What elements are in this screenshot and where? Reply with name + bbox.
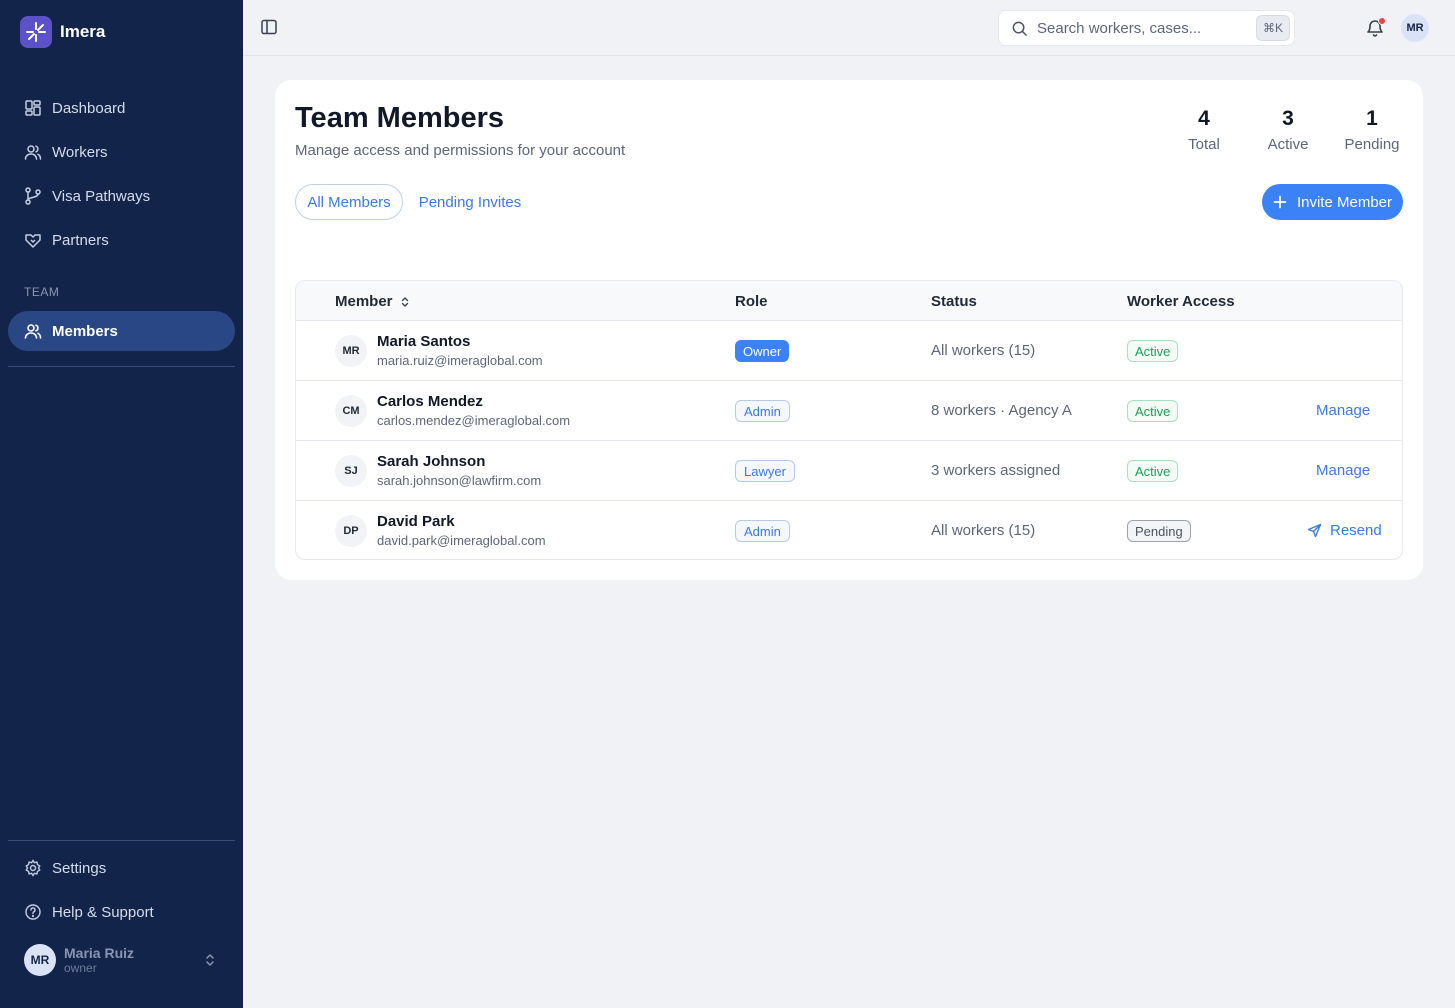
access-badge: Pending xyxy=(1127,520,1191,542)
sidebar-item-label: Settings xyxy=(52,859,107,877)
send-icon xyxy=(1307,523,1322,538)
table-row: SJ Sarah Johnson sarah.johnson@lawfirm.c… xyxy=(296,441,1402,501)
access-badge: Active xyxy=(1127,460,1179,482)
member-email: david.park@imeraglobal.com xyxy=(377,533,546,548)
search-bar[interactable]: ⌘K xyxy=(998,10,1295,46)
team-members-card: Team Members Manage access and permissio… xyxy=(275,80,1423,580)
stat-pending: 1 Pending xyxy=(1337,107,1407,153)
sidebar-item-label: Members xyxy=(52,322,118,340)
stat-value: 1 xyxy=(1366,107,1378,130)
stat-active: 3 Active xyxy=(1253,107,1323,153)
avatar: DP xyxy=(335,515,367,547)
plus-icon xyxy=(1273,195,1287,209)
column-header-status: Status xyxy=(931,293,977,310)
avatar[interactable]: MR xyxy=(1401,14,1429,42)
invite-member-label: Invite Member xyxy=(1296,193,1393,211)
brand-name: Imera xyxy=(60,22,106,41)
sidebar: Imera Dashboard Workers Visa Pathways Pa… xyxy=(0,0,243,1008)
sidebar-item-label: Partners xyxy=(52,231,109,249)
git-branch-icon xyxy=(25,187,41,205)
avatar: MR xyxy=(335,335,367,367)
sidebar-item-label: Workers xyxy=(52,143,108,161)
section-label-team: TEAM xyxy=(24,285,60,299)
sidebar-item-label: Visa Pathways xyxy=(52,187,151,205)
page-subtitle: Manage access and permissions for your a… xyxy=(295,142,626,159)
member-email: carlos.mendez@imeraglobal.com xyxy=(377,413,571,428)
role-badge: Owner xyxy=(735,340,790,362)
dashboard-icon xyxy=(25,100,41,116)
user-menu[interactable]: MR Maria Ruiz owner xyxy=(24,944,219,976)
sidebar-divider xyxy=(8,840,235,841)
member-name: Sarah Johnson xyxy=(377,453,486,470)
tab-all-members[interactable]: All Members xyxy=(295,184,403,220)
imera-logo-icon xyxy=(20,16,52,48)
stat-total: 4 Total xyxy=(1169,107,1239,153)
manage-button[interactable]: Manage xyxy=(1316,462,1370,479)
member-status: All workers (15) xyxy=(931,342,1036,359)
resend-button[interactable]: Resend xyxy=(1307,522,1382,539)
role-badge: Admin xyxy=(735,520,790,542)
role-badge: Lawyer xyxy=(735,460,795,482)
member-status: All workers (15) xyxy=(931,522,1036,539)
sidebar-item-partners[interactable]: Partners xyxy=(8,220,235,260)
access-badge: Active xyxy=(1127,400,1179,422)
member-status: 3 workers assigned xyxy=(931,462,1061,479)
members-table: Member Role Status Worker Access MR Mari… xyxy=(295,280,1403,560)
member-name: Maria Santos xyxy=(377,333,471,350)
member-status: 8 workers · Agency A xyxy=(931,402,1072,419)
table-row: CM Carlos Mendez carlos.mendez@imeraglob… xyxy=(296,381,1402,441)
tab-pending-invites[interactable]: Pending Invites xyxy=(411,184,529,220)
avatar: SJ xyxy=(335,455,367,487)
resend-label: Resend xyxy=(1330,522,1382,539)
table-row: MR Maria Santos maria.ruiz@imeraglobal.c… xyxy=(296,321,1402,381)
top-bar: ⌘K MR xyxy=(243,0,1455,56)
search-input[interactable] xyxy=(1037,17,1247,39)
table-row: DP David Park david.park@imeraglobal.com… xyxy=(296,501,1402,559)
sidebar-divider xyxy=(8,366,235,367)
gear-icon xyxy=(25,859,41,877)
column-header-worker-access: Worker Access xyxy=(1127,293,1235,310)
sort-icon xyxy=(401,296,408,307)
stat-label: Total xyxy=(1188,136,1220,153)
column-header-role: Role xyxy=(735,293,768,310)
sidebar-item-visa-pathways[interactable]: Visa Pathways xyxy=(8,176,235,216)
member-email: sarah.johnson@lawfirm.com xyxy=(377,473,542,488)
sidebar-toggle-icon[interactable] xyxy=(260,18,278,36)
role-badge: Admin xyxy=(735,400,790,422)
handshake-icon xyxy=(25,234,41,248)
stat-value: 4 xyxy=(1198,107,1210,130)
page-title: Team Members xyxy=(295,102,504,134)
column-header-label: Member xyxy=(335,293,393,310)
stat-value: 3 xyxy=(1282,107,1294,130)
help-circle-icon xyxy=(25,904,41,920)
sidebar-item-workers[interactable]: Workers xyxy=(8,132,235,172)
invite-member-button[interactable]: Invite Member xyxy=(1262,184,1403,220)
users-icon xyxy=(24,324,42,339)
sidebar-item-label: Help & Support xyxy=(52,903,154,921)
brand[interactable]: Imera xyxy=(20,16,105,48)
keyboard-shortcut-badge: ⌘K xyxy=(1256,15,1290,41)
column-header-member[interactable]: Member xyxy=(335,293,411,310)
sidebar-item-help-support[interactable]: Help & Support xyxy=(8,892,235,932)
user-name: Maria Ruiz xyxy=(64,945,135,961)
sidebar-item-members[interactable]: Members xyxy=(8,311,235,351)
access-badge: Active xyxy=(1127,340,1179,362)
member-email: maria.ruiz@imeraglobal.com xyxy=(377,353,543,368)
chevron-up-down-icon[interactable] xyxy=(201,951,219,969)
search-icon xyxy=(1012,21,1027,36)
manage-button[interactable]: Manage xyxy=(1316,402,1370,419)
stat-label: Pending xyxy=(1344,136,1400,153)
stat-label: Active xyxy=(1267,136,1309,153)
table-header: Member Role Status Worker Access xyxy=(296,281,1402,321)
avatar: CM xyxy=(335,395,367,427)
avatar: MR xyxy=(24,944,56,976)
users-icon xyxy=(24,145,42,160)
sidebar-item-settings[interactable]: Settings xyxy=(8,848,235,888)
member-name: David Park xyxy=(377,513,455,530)
sidebar-item-label: Dashboard xyxy=(52,99,126,117)
member-name: Carlos Mendez xyxy=(377,393,483,410)
sidebar-item-dashboard[interactable]: Dashboard xyxy=(8,88,235,128)
notification-dot xyxy=(1378,17,1386,25)
user-role: owner xyxy=(64,961,97,975)
